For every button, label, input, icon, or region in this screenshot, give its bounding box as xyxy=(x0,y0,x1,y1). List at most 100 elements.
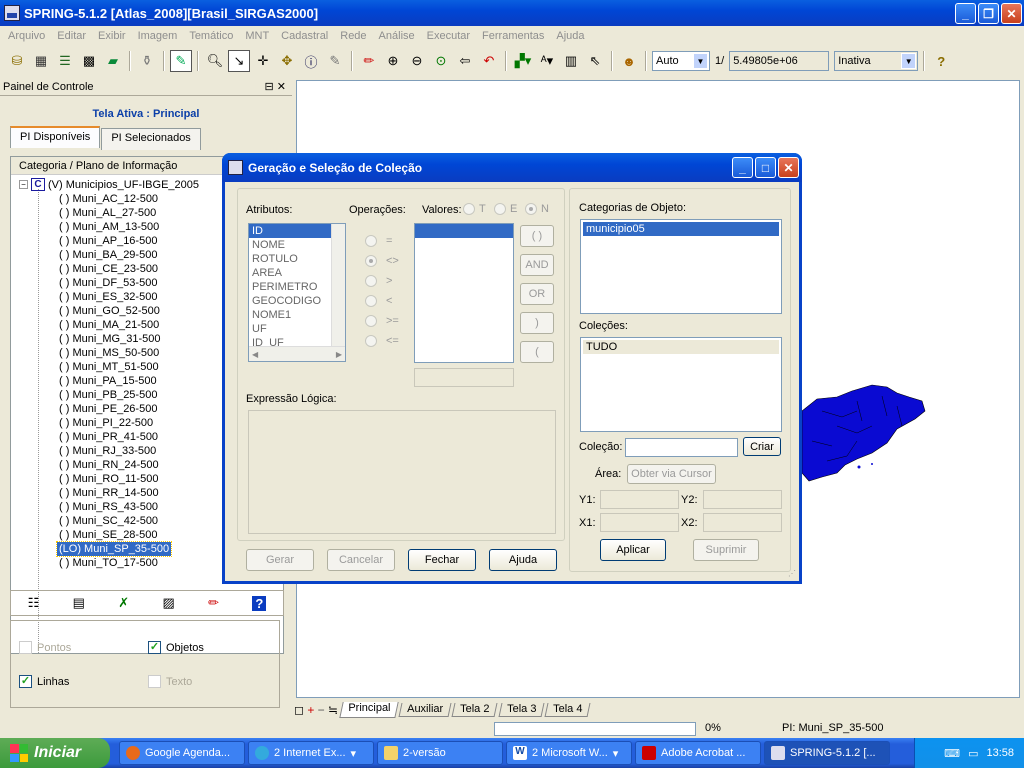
operation-radio[interactable]: >= xyxy=(365,315,399,327)
close-button[interactable]: ✕ xyxy=(1001,3,1022,24)
operation-radio[interactable]: > xyxy=(365,275,392,287)
pi-list-item[interactable]: ( ) Muni_RJ_33-500 xyxy=(57,444,171,458)
minimize-button[interactable]: _ xyxy=(955,3,976,24)
attributes-hscroll[interactable]: ◀ ▶ xyxy=(249,346,345,361)
color-table-icon[interactable]: ▞▾ xyxy=(512,50,534,72)
expand-icon[interactable]: − xyxy=(19,180,28,189)
task-adobe-acrobat[interactable]: Adobe Acrobat ... xyxy=(635,741,761,765)
undo-icon[interactable]: ↶ xyxy=(478,50,500,72)
network-icon[interactable]: ▭ xyxy=(968,747,978,760)
lines-checkbox[interactable]: ✓ Linhas xyxy=(19,675,69,688)
parens-button[interactable]: ( ) xyxy=(520,225,554,247)
operation-radio[interactable]: <> xyxy=(365,255,399,267)
and-button[interactable]: AND xyxy=(520,254,554,276)
help-icon[interactable]: ? xyxy=(930,50,952,72)
text-checkbox[interactable]: Texto xyxy=(148,675,192,688)
collections-list[interactable]: TUDO xyxy=(580,337,782,432)
pi-list-item[interactable]: ( ) Muni_RN_24-500 xyxy=(57,458,171,472)
menu-executar[interactable]: Executar xyxy=(421,30,476,42)
attributes-vscroll[interactable] xyxy=(331,224,345,348)
menu-cadastral[interactable]: Cadastral xyxy=(275,30,334,42)
tab-tela-2[interactable]: Tela 2 xyxy=(451,703,499,717)
task-internet-explorer[interactable]: 2 Internet Ex... ▾ xyxy=(248,741,374,765)
pi-list-item[interactable]: ( ) Muni_CE_23-500 xyxy=(57,262,171,276)
menu-ferramentas[interactable]: Ferramentas xyxy=(476,30,550,42)
search-doc-icon[interactable]: ▤ xyxy=(73,595,85,611)
pi-list-item[interactable]: ( ) Muni_PE_26-500 xyxy=(57,402,171,416)
menu-mnt[interactable]: MNT xyxy=(239,30,275,42)
pi-list-item[interactable]: ( ) Muni_AC_12-500 xyxy=(57,192,171,206)
expression-area[interactable] xyxy=(248,410,556,534)
pi-list-item[interactable]: ( ) Muni_MA_21-500 xyxy=(57,318,171,332)
object-categories-list[interactable]: municipio05 xyxy=(580,219,782,314)
value-input[interactable] xyxy=(414,368,514,387)
pi-list-item[interactable]: ( ) Muni_MS_50-500 xyxy=(57,346,171,360)
grid-icon[interactable]: ▩ xyxy=(78,50,100,72)
operation-radio[interactable]: = xyxy=(365,235,392,247)
maximize-button[interactable]: ❐ xyxy=(978,3,999,24)
tab-tela-4[interactable]: Tela 4 xyxy=(544,703,591,717)
tab-pi-available[interactable]: PI Disponíveis xyxy=(10,126,101,148)
x1-input[interactable] xyxy=(600,513,679,532)
pi-list-item[interactable]: ( ) Muni_AP_16-500 xyxy=(57,234,171,248)
points-checkbox[interactable]: Pontos xyxy=(19,641,71,654)
help-icon[interactable]: ? xyxy=(252,595,267,611)
y1-input[interactable] xyxy=(600,490,679,509)
menu-tematico[interactable]: Temático xyxy=(183,30,239,42)
pi-list-item[interactable]: ( ) Muni_AL_27-500 xyxy=(57,206,171,220)
values-selected-row[interactable] xyxy=(415,224,513,238)
panel-controls[interactable]: ⊟ ✕ xyxy=(265,80,287,93)
objects-checkbox[interactable]: ✓ Objetos xyxy=(148,641,204,654)
pi-list-item[interactable]: ( ) Muni_GO_52-500 xyxy=(57,304,171,318)
or-button[interactable]: OR xyxy=(520,283,554,305)
tab-auxiliar[interactable]: Auxiliar xyxy=(398,703,452,717)
pi-list-item[interactable]: (LO) Muni_SP_35-500 xyxy=(55,541,173,557)
spray-icon[interactable]: ⚱ xyxy=(136,50,158,72)
zoom-icon[interactable]: 🔍︎ xyxy=(204,50,226,72)
value-type-n[interactable]: N xyxy=(525,203,549,215)
list-icon[interactable]: ☷ xyxy=(28,595,40,611)
pi-list-item[interactable]: ( ) Muni_SE_28-500 xyxy=(57,528,171,542)
pi-list-item[interactable]: ( ) Muni_MG_31-500 xyxy=(57,332,171,346)
pointer-icon[interactable]: ↘ xyxy=(228,50,250,72)
zoom-in-icon[interactable]: ⊕ xyxy=(382,50,404,72)
ruler-icon[interactable]: ▥ xyxy=(560,50,582,72)
menu-analise[interactable]: Análise xyxy=(373,30,421,42)
back-icon[interactable]: ⇦ xyxy=(454,50,476,72)
attributes-list[interactable]: ID NOME ROTULO AREA PERIMETRO GEOCODIGO NOME1 U… xyxy=(248,223,346,362)
pi-list-item[interactable]: ( ) Muni_PR_41-500 xyxy=(57,430,171,444)
create-button[interactable]: Criar xyxy=(743,437,781,456)
project-icon[interactable]: ▦ xyxy=(30,50,52,72)
task-google-agenda[interactable]: Google Agenda... xyxy=(119,741,245,765)
tab-pi-selected[interactable]: PI Selecionados xyxy=(101,128,201,150)
tree-root[interactable]: − C (V) Municipios_UF-IBGE_2005 xyxy=(19,178,199,191)
pi-list-item[interactable]: ( ) Muni_PB_25-500 xyxy=(57,388,171,402)
scale-mode-select[interactable]: Auto ▼ xyxy=(652,51,710,71)
y2-input[interactable] xyxy=(703,490,782,509)
open-paren-button[interactable]: ( xyxy=(520,341,554,363)
dialog-maximize-button[interactable]: □ xyxy=(755,157,776,178)
task-folder[interactable]: 2-versão xyxy=(377,741,503,765)
pan-icon[interactable]: ✥ xyxy=(276,50,298,72)
cancel-button[interactable]: Cancelar xyxy=(327,549,395,571)
draw-icon[interactable]: ✎ xyxy=(170,50,192,72)
pi-list-item[interactable]: ( ) Muni_AM_13-500 xyxy=(57,220,171,234)
menu-rede[interactable]: Rede xyxy=(334,30,372,42)
menu-ajuda[interactable]: Ajuda xyxy=(550,30,590,42)
state-select[interactable]: Inativa ▼ xyxy=(834,51,919,71)
help-button[interactable]: Ajuda xyxy=(489,549,557,571)
get-via-cursor-button[interactable]: Obter via Cursor xyxy=(627,464,716,484)
screen-controls[interactable]: ◻ + − ≒ xyxy=(294,703,338,717)
close-dialog-button[interactable]: Fechar xyxy=(408,549,476,571)
generate-button[interactable]: Gerar xyxy=(246,549,314,571)
eraser-icon[interactable]: ▰ xyxy=(102,50,124,72)
tab-tela-3[interactable]: Tela 3 xyxy=(498,703,545,717)
x2-input[interactable] xyxy=(703,513,782,532)
pi-list-item[interactable]: ( ) Muni_PA_15-500 xyxy=(57,374,171,388)
object-category-item[interactable]: municipio05 xyxy=(583,222,779,236)
start-button[interactable]: Iniciar xyxy=(0,738,110,768)
value-type-t[interactable]: T xyxy=(463,203,486,215)
pi-list-item[interactable]: ( ) Muni_SC_42-500 xyxy=(57,514,171,528)
keyboard-icon[interactable]: ⌨ xyxy=(944,747,960,760)
edit-icon[interactable]: ▨ xyxy=(163,595,175,611)
